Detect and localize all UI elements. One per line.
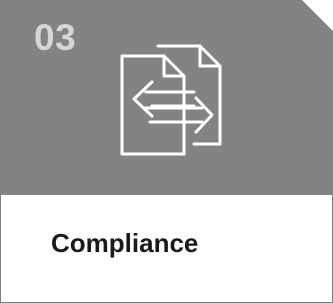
card-number: 03 — [34, 17, 77, 58]
document-exchange-icon — [120, 44, 222, 156]
card-title: Compliance — [51, 228, 199, 258]
compliance-card: 03 Compliance — [0, 0, 333, 303]
card-header: 03 — [0, 0, 333, 195]
